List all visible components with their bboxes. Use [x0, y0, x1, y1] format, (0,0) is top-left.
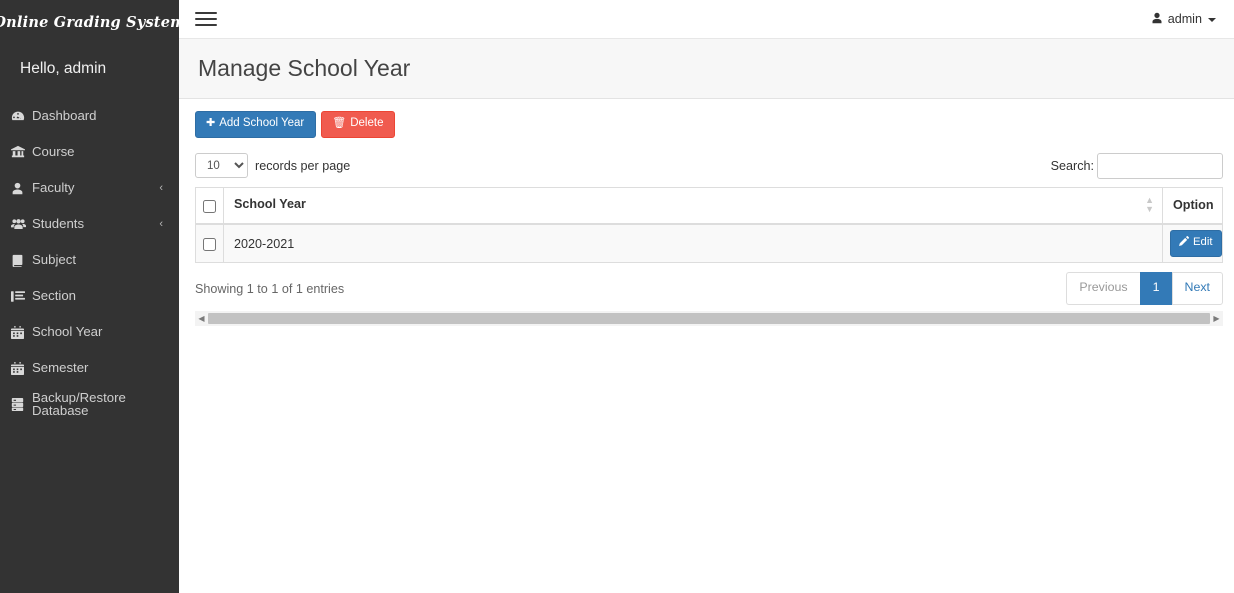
delete-label: Delete — [350, 117, 384, 129]
hamburger-bar — [195, 12, 217, 14]
sidebar-nav: Dashboard Course Faculty ‹ Students ‹ Su… — [0, 98, 179, 422]
row-select-cell — [195, 223, 224, 263]
datatable-footer: Showing 1 to 1 of 1 entries Previous 1 N… — [195, 272, 1223, 305]
edit-pencil-icon — [1179, 236, 1189, 249]
select-all-header — [195, 186, 224, 226]
records-per-page-control: 10 25 50 100 records per page — [195, 153, 350, 178]
pagination-next[interactable]: Next — [1171, 272, 1223, 305]
search-label: Search: — [1050, 158, 1094, 173]
user-icon — [11, 182, 32, 195]
records-per-page-select[interactable]: 10 25 50 100 — [195, 153, 248, 178]
table-header-row: School Year ▲ ▼ Option — [195, 186, 1223, 226]
sort-desc-arrow: ▼ — [1145, 203, 1154, 214]
sidebar-item-school-year[interactable]: School Year — [0, 314, 179, 350]
table-row[interactable]: 2020-2021 Edit — [195, 223, 1223, 263]
cell-option: Edit — [1162, 223, 1223, 263]
column-header-label: School Year — [234, 196, 306, 211]
datatable: 10 25 50 100 records per page Search: — [187, 152, 1231, 327]
toolbar: ✚ Add School Year 🗑 Delete — [187, 111, 1231, 138]
scroll-right-arrow-icon[interactable]: ▶ — [1210, 311, 1223, 327]
user-icon — [1151, 12, 1163, 27]
sidebar-item-label: Faculty — [32, 180, 75, 196]
cell-school-year: 2020-2021 — [223, 223, 1163, 263]
school-year-table: School Year ▲ ▼ Option 2020-2021 Edit — [195, 186, 1223, 263]
entries-info: Showing 1 to 1 of 1 entries — [195, 281, 345, 296]
datatable-controls: 10 25 50 100 records per page Search: — [195, 152, 1223, 179]
column-header-option: Option — [1162, 186, 1223, 226]
brand-logo[interactable]: Online Grading System — [0, 0, 179, 40]
hamburger-bar — [195, 24, 217, 26]
hamburger-bar — [195, 18, 217, 20]
pagination: Previous 1 Next — [1066, 272, 1223, 305]
column-header-label: Option — [1173, 198, 1214, 213]
sidebar-item-label: Dashboard — [32, 108, 97, 124]
top-navbar: admin — [179, 0, 1234, 39]
page-header: Manage School Year — [179, 39, 1234, 99]
chevron-left-icon: ‹ — [159, 181, 163, 194]
calendar-icon — [11, 325, 32, 339]
sidebar-item-label: Backup/Restore Database — [32, 389, 126, 418]
page-title: Manage School Year — [198, 55, 411, 81]
calendar-icon — [11, 361, 32, 375]
sidebar-item-backup-restore-database[interactable]: Backup/Restore Database — [0, 386, 179, 422]
select-all-checkbox[interactable] — [203, 199, 216, 213]
edit-button[interactable]: Edit — [1170, 230, 1223, 257]
list-icon — [11, 290, 32, 303]
add-school-year-label: Add School Year — [219, 117, 305, 129]
users-icon — [11, 217, 32, 231]
table-header: School Year ▲ ▼ Option — [195, 186, 1223, 226]
sidebar: Online Grading System Hello, admin Dashb… — [0, 0, 179, 593]
dashboard-icon — [11, 109, 32, 123]
user-name-label: admin — [1167, 12, 1202, 26]
app-root: Online Grading System Hello, admin Dashb… — [0, 0, 1234, 593]
sidebar-item-course[interactable]: Course — [0, 134, 179, 170]
pagination-page-1[interactable]: 1 — [1139, 272, 1172, 305]
sidebar-greeting: Hello, admin — [20, 60, 107, 77]
bank-icon — [11, 145, 32, 159]
search-input[interactable] — [1097, 152, 1223, 179]
sidebar-item-subject[interactable]: Subject — [0, 242, 179, 278]
column-header-school-year[interactable]: School Year ▲ ▼ — [223, 186, 1163, 226]
hamburger-icon[interactable] — [195, 10, 217, 28]
sidebar-item-label: Semester — [32, 360, 89, 376]
horizontal-scrollbar[interactable]: ◀ ▶ — [195, 310, 1223, 327]
brand-title: Online Grading System — [0, 13, 179, 31]
delete-button[interactable]: 🗑 Delete — [321, 111, 396, 138]
trash-icon: 🗑 — [332, 117, 347, 130]
database-icon — [11, 397, 32, 411]
sidebar-item-section[interactable]: Section — [0, 278, 179, 314]
edit-label: Edit — [1193, 236, 1213, 249]
scroll-left-arrow-icon[interactable]: ◀ — [195, 311, 208, 327]
pagination-previous[interactable]: Previous — [1066, 272, 1140, 305]
book-icon — [11, 254, 32, 267]
chevron-left-icon: ‹ — [159, 217, 163, 230]
sidebar-item-faculty[interactable]: Faculty ‹ — [0, 170, 179, 206]
user-dropdown[interactable]: admin — [1151, 12, 1220, 27]
scrollbar-track[interactable] — [208, 311, 1210, 327]
sidebar-item-dashboard[interactable]: Dashboard — [0, 98, 179, 134]
sidebar-item-label: Subject — [32, 252, 76, 268]
sidebar-item-label: Course — [32, 144, 75, 160]
add-school-year-button[interactable]: ✚ Add School Year — [195, 111, 317, 138]
table-body: 2020-2021 Edit — [195, 223, 1223, 263]
plus-icon: ✚ — [206, 117, 216, 130]
row-checkbox[interactable] — [203, 237, 216, 251]
sidebar-item-label: School Year — [32, 324, 103, 340]
search-control: Search: — [1050, 152, 1223, 179]
scrollbar-thumb[interactable] — [208, 313, 1210, 325]
records-per-page-label: records per page — [255, 158, 351, 173]
content-area: ✚ Add School Year 🗑 Delete 10 25 50 1 — [179, 99, 1234, 593]
sidebar-item-semester[interactable]: Semester — [0, 350, 179, 386]
chevron-down-icon — [1208, 18, 1216, 22]
sidebar-item-label: Section — [32, 288, 76, 304]
sidebar-item-students[interactable]: Students ‹ — [0, 206, 179, 242]
sidebar-item-label: Students — [32, 216, 85, 232]
main-region: admin Manage School Year ✚ Add School Ye… — [179, 0, 1234, 593]
sort-indicator-icon: ▲ ▼ — [1145, 195, 1154, 215]
